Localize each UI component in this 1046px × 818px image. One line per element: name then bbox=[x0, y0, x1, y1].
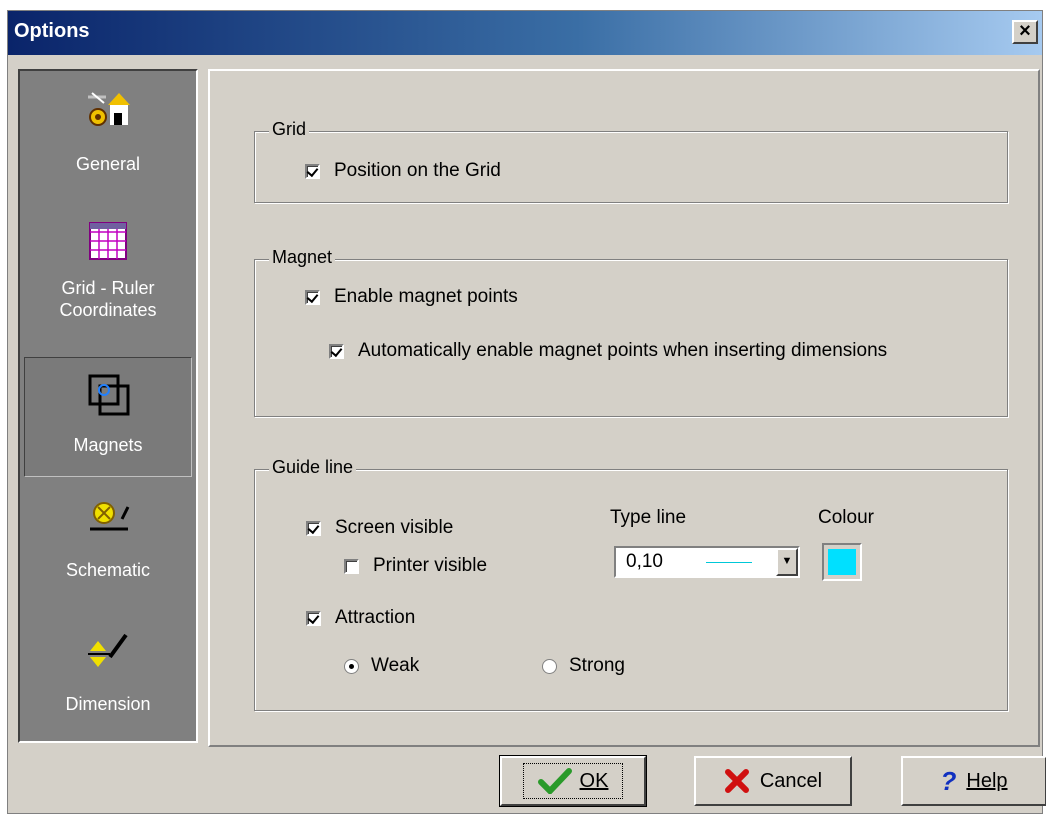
close-icon: × bbox=[1019, 20, 1031, 42]
sidebar-item-label: Magnets bbox=[73, 435, 143, 455]
checkbox-box bbox=[329, 343, 344, 359]
colour-swatch bbox=[828, 549, 856, 575]
type-line-value: 0,10 bbox=[626, 551, 663, 572]
colour-picker-button[interactable] bbox=[822, 543, 862, 581]
help-question-icon: ? bbox=[940, 765, 957, 796]
ok-focus-rect: OK bbox=[522, 763, 624, 799]
type-line-label: Type line bbox=[610, 507, 687, 528]
radio-dot bbox=[542, 658, 557, 674]
checkbox-box bbox=[305, 289, 320, 305]
grid-icon bbox=[89, 222, 127, 260]
sidebar-item-label: Dimension bbox=[65, 694, 151, 714]
magnet-group: Magnet Enable magnet points Automaticall… bbox=[254, 247, 1008, 417]
sidebar-item-label: Schematic bbox=[65, 560, 151, 580]
cancel-button[interactable]: Cancel bbox=[694, 756, 852, 806]
sidebar-item-label: Grid - Ruler Coordinates bbox=[59, 278, 157, 320]
type-line-select[interactable]: 0,10 ▼ bbox=[614, 546, 800, 578]
checkbox-label: Screen visible bbox=[335, 517, 454, 538]
checkbox-box bbox=[305, 163, 320, 179]
chevron-down-icon[interactable]: ▼ bbox=[776, 548, 798, 576]
line-sample bbox=[706, 562, 752, 563]
ok-label: OK bbox=[579, 769, 609, 792]
cancel-x-icon bbox=[724, 769, 749, 793]
sidebar-item-magnets[interactable]: Magnets bbox=[24, 357, 192, 477]
screen-visible-checkbox[interactable]: Screen visible bbox=[306, 517, 453, 539]
checkbox-label: Attraction bbox=[335, 607, 416, 628]
sidebar-item-dimension[interactable]: Dimension bbox=[24, 617, 192, 737]
auto-enable-magnet-checkbox[interactable]: Automatically enable magnet points when … bbox=[329, 340, 887, 362]
printer-visible-checkbox[interactable]: Printer visible bbox=[344, 555, 487, 577]
sidebar-item-label: General bbox=[75, 154, 141, 174]
sidebar-item-general[interactable]: General bbox=[24, 77, 192, 197]
magnet-group-legend: Magnet bbox=[269, 247, 336, 268]
sidebar-item-grid-ruler[interactable]: Grid - Ruler Coordinates bbox=[24, 205, 192, 325]
checkbox-label: Position on the Grid bbox=[334, 160, 501, 181]
attraction-checkbox[interactable]: Attraction bbox=[306, 607, 415, 629]
checkbox-label: Automatically enable magnet points when … bbox=[358, 340, 888, 361]
grid-group-legend: Grid bbox=[269, 119, 310, 140]
checkmark-icon bbox=[537, 768, 572, 794]
general-settings-icon bbox=[88, 92, 130, 126]
dimension-icon bbox=[88, 633, 128, 667]
enable-magnet-points-checkbox[interactable]: Enable magnet points bbox=[305, 286, 518, 308]
checkbox-box bbox=[306, 520, 321, 536]
checkbox-label: Enable magnet points bbox=[334, 286, 518, 307]
grid-group: Grid Position on the Grid bbox=[254, 119, 1008, 203]
checkbox-box bbox=[344, 558, 359, 574]
help-label: Help bbox=[966, 769, 1008, 792]
checkbox-label: Printer visible bbox=[373, 555, 488, 576]
options-panel: Grid Position on the Grid Magnet Enable … bbox=[208, 69, 1040, 747]
guide-line-group-legend: Guide line bbox=[269, 457, 357, 478]
radio-label: Strong bbox=[569, 655, 625, 676]
options-dialog: Options × General Grid - Ruler Coordinat… bbox=[7, 10, 1046, 814]
close-button[interactable]: × bbox=[1012, 20, 1038, 44]
radio-dot bbox=[344, 658, 359, 674]
position-on-grid-checkbox[interactable]: Position on the Grid bbox=[305, 160, 501, 182]
checkbox-box bbox=[306, 610, 321, 626]
magnet-icon bbox=[88, 374, 130, 416]
dialog-title: Options bbox=[14, 20, 90, 42]
weak-radio[interactable]: Weak bbox=[344, 655, 419, 677]
ok-button[interactable]: OK bbox=[499, 755, 647, 807]
schematic-icon bbox=[90, 502, 130, 531]
help-button[interactable]: ? Help bbox=[901, 756, 1046, 806]
cancel-label: Cancel bbox=[759, 769, 823, 792]
sidebar: General Grid - Ruler Coordinates Magnets bbox=[18, 69, 198, 743]
colour-label: Colour bbox=[818, 507, 874, 528]
sidebar-item-schematic[interactable]: Schematic bbox=[24, 483, 192, 603]
radio-label: Weak bbox=[371, 655, 420, 676]
strong-radio[interactable]: Strong bbox=[542, 655, 625, 677]
title-bar[interactable]: Options × bbox=[8, 11, 1042, 55]
